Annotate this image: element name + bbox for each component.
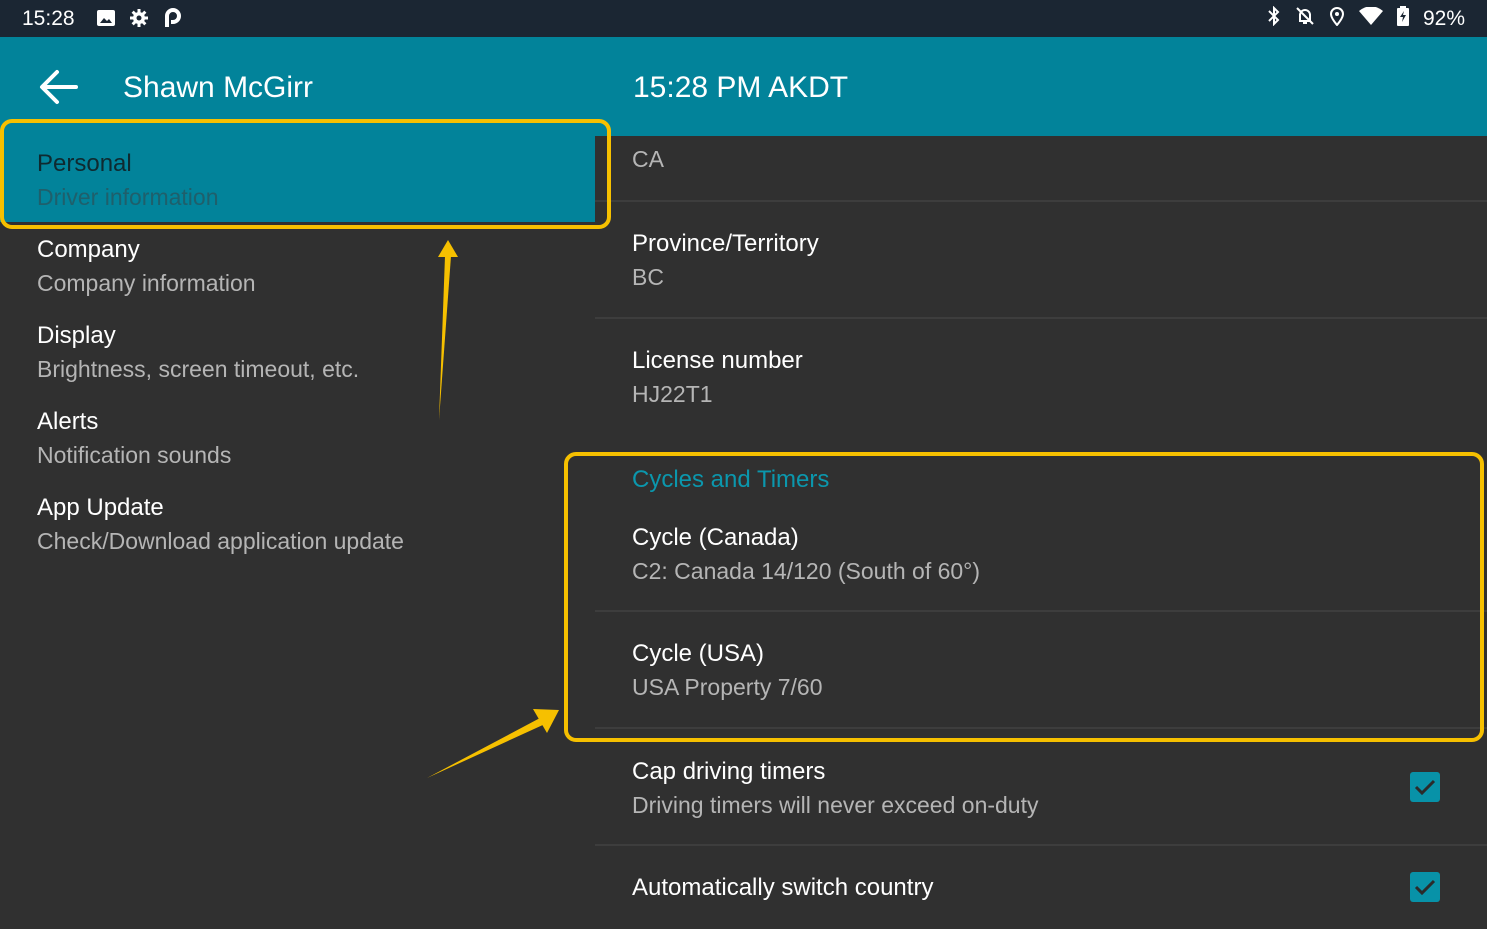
sidebar-item-subtitle: Check/Download application update [37, 528, 404, 554]
sidebar-item-title: Display [37, 322, 116, 349]
wifi-icon [1358, 6, 1383, 30]
auto-switch-country-checkbox[interactable] [1410, 872, 1440, 902]
list-item-cycle-canada[interactable]: Cycle (Canada) C2: Canada 14/120 (South … [595, 496, 1487, 611]
list-item-title: Cycle (Canada) [632, 524, 799, 551]
status-bar: 15:28 92% [0, 0, 1487, 37]
list-item-title: Cycle (USA) [632, 640, 765, 667]
settings-detail-pane: CA Province/Territory BC License number … [595, 136, 1487, 929]
header-clock: 15:28 PM AKDT [633, 71, 849, 104]
sidebar-item-title: Personal [37, 150, 132, 177]
notifications-off-icon [1295, 6, 1315, 31]
sidebar-item-title: Company [37, 236, 140, 263]
battery-charging-icon [1396, 6, 1409, 31]
cap-driving-timers-checkbox[interactable] [1410, 772, 1440, 802]
section-header: Cycles and Timers [632, 466, 830, 493]
list-item-title: Province/Territory [632, 230, 819, 257]
sidebar-item-company[interactable]: Company Company information [0, 222, 595, 308]
sidebar-item-subtitle: Notification sounds [37, 442, 232, 468]
sidebar-item-personal[interactable]: Personal Driver information [0, 136, 595, 222]
list-item-title: License number [632, 347, 803, 374]
list-item-license[interactable]: License number HJ22T1 [595, 319, 1487, 434]
list-item-cap-driving-timers[interactable]: Cap driving timers Driving timers will n… [595, 729, 1487, 844]
status-time: 15:28 [22, 7, 75, 30]
image-icon [96, 8, 116, 28]
list-item-cycle-usa[interactable]: Cycle (USA) USA Property 7/60 [595, 612, 1487, 727]
list-item-country[interactable]: CA [595, 136, 1487, 200]
app-bar: Shawn McGirr 15:28 PM AKDT [0, 37, 1487, 136]
sidebar-item-display[interactable]: Display Brightness, screen timeout, etc. [0, 308, 595, 394]
bluetooth-icon [1267, 5, 1281, 31]
list-item-value: USA Property 7/60 [632, 674, 823, 700]
sidebar-item-subtitle: Brightness, screen timeout, etc. [37, 356, 360, 382]
list-item-value: BC [632, 264, 664, 290]
back-button[interactable] [36, 67, 80, 107]
settings-sidebar: Personal Driver information Company Comp… [0, 136, 595, 929]
sidebar-item-subtitle: Company information [37, 270, 256, 296]
location-icon [1329, 6, 1345, 31]
parking-icon [163, 8, 183, 28]
list-item-auto-switch-country[interactable]: Automatically switch country [595, 846, 1487, 929]
list-item-title: Cap driving timers [632, 758, 826, 785]
list-item-value: C2: Canada 14/120 (South of 60°) [632, 558, 981, 584]
list-item-subtitle: Driving timers will never exceed on-duty [632, 792, 1039, 818]
sidebar-item-title: Alerts [37, 408, 99, 435]
list-item-value: CA [632, 146, 664, 172]
list-item-province[interactable]: Province/Territory BC [595, 202, 1487, 317]
sidebar-item-subtitle: Driver information [37, 184, 219, 210]
gear-icon [129, 8, 149, 28]
list-item-title: Automatically switch country [632, 874, 934, 901]
sidebar-item-alerts[interactable]: Alerts Notification sounds [0, 394, 595, 480]
list-item-value: HJ22T1 [632, 381, 713, 407]
sidebar-item-app-update[interactable]: App Update Check/Download application up… [0, 480, 595, 566]
arrow-back-icon [40, 70, 78, 104]
check-icon [1414, 879, 1436, 896]
sidebar-item-title: App Update [37, 494, 164, 521]
page-title: Shawn McGirr [123, 71, 314, 104]
battery-percent: 92% [1422, 6, 1465, 30]
check-icon [1414, 779, 1436, 796]
